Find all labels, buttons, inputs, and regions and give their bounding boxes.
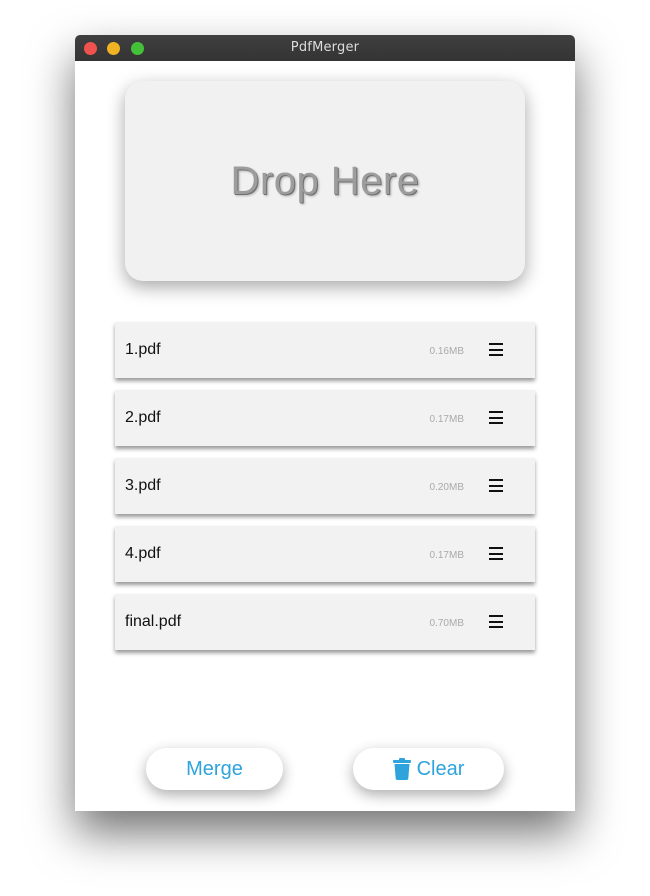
file-name: 1.pdf (125, 341, 161, 358)
file-size: 0.16MB (429, 346, 464, 357)
file-size: 0.17MB (429, 414, 464, 425)
drag-handle-icon[interactable] (489, 411, 503, 424)
drag-handle-icon[interactable] (489, 615, 503, 628)
file-row[interactable]: 1.pdf 0.16MB (115, 322, 535, 378)
drag-handle-icon[interactable] (489, 547, 503, 560)
file-name: final.pdf (125, 613, 182, 630)
file-row[interactable]: 4.pdf 0.17MB (115, 526, 535, 582)
drag-handle-icon[interactable] (489, 479, 503, 492)
file-row[interactable]: final.pdf 0.70MB (115, 594, 535, 650)
clear-button-label: Clear (416, 757, 465, 780)
file-size: 0.17MB (429, 550, 464, 561)
drag-handle-icon[interactable] (489, 343, 503, 356)
drop-zone-label: Drop Here (230, 158, 420, 203)
file-name: 3.pdf (125, 477, 161, 494)
clear-button[interactable]: Clear (353, 748, 504, 790)
merge-button[interactable]: Merge (146, 748, 283, 790)
file-size: 0.70MB (429, 618, 464, 629)
file-list: 1.pdf 0.16MB 2.pdf 0.17MB 3.pdf 0.20MB 4… (115, 322, 535, 662)
file-row[interactable]: 2.pdf 0.17MB (115, 390, 535, 446)
merge-button-label: Merge (186, 757, 243, 780)
trash-icon (392, 758, 411, 780)
window-title: PdfMerger (290, 40, 360, 55)
drop-zone[interactable]: Drop Here (125, 81, 525, 281)
file-name: 4.pdf (125, 545, 161, 562)
app-window: PdfMerger Drop Here 1.pdf 0.16MB 2.pdf 0… (75, 35, 575, 811)
file-name: 2.pdf (125, 409, 161, 426)
file-row[interactable]: 3.pdf 0.20MB (115, 458, 535, 514)
title-bar[interactable]: PdfMerger (75, 35, 575, 61)
file-size: 0.20MB (429, 482, 464, 493)
